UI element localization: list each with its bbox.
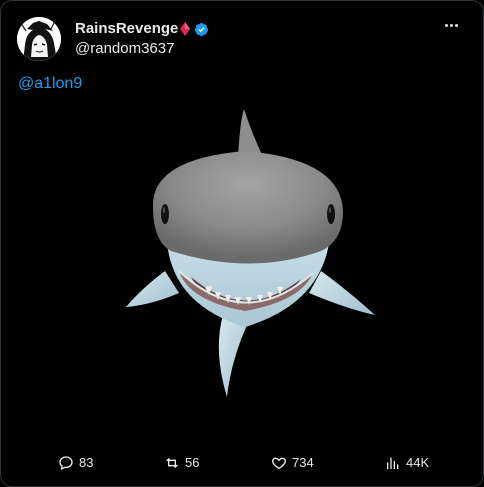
- verified-badge-icon[interactable]: [194, 22, 209, 37]
- avatar-image: [17, 17, 61, 61]
- action-bar: 83 56 734 44K: [1, 453, 483, 477]
- user-handle[interactable]: @random3637: [75, 39, 209, 59]
- more-dot-icon: [444, 23, 448, 27]
- retweet-button[interactable]: 56: [164, 453, 199, 473]
- reply-count: 83: [79, 455, 94, 470]
- heart-icon: [272, 457, 286, 470]
- mention-link[interactable]: @a1lon9: [18, 74, 82, 94]
- tweet-media[interactable]: [1, 101, 483, 431]
- more-options-button[interactable]: [439, 15, 463, 35]
- tweet-card[interactable]: RainsRevenge @random3637 @a1lon9 83 56 7…: [0, 0, 484, 487]
- more-dot-icon: [454, 23, 458, 27]
- like-button[interactable]: 734: [271, 453, 314, 473]
- like-count: 734: [292, 455, 314, 470]
- reply-button[interactable]: 83: [58, 453, 93, 473]
- avatar[interactable]: [17, 17, 61, 61]
- user-block: RainsRevenge @random3637: [75, 20, 209, 59]
- tweet-header: RainsRevenge @random3637: [17, 17, 471, 61]
- views-chart-icon: [387, 457, 399, 469]
- red-diamond-icon: [180, 22, 191, 36]
- display-name[interactable]: RainsRevenge: [75, 20, 178, 38]
- shark-image: [126, 109, 375, 397]
- retweet-icon: [166, 458, 178, 468]
- views-button[interactable]: 44K: [385, 453, 429, 473]
- retweet-count: 56: [185, 455, 200, 470]
- view-count: 44K: [406, 455, 430, 470]
- reply-icon: [59, 456, 73, 471]
- name-row: RainsRevenge: [75, 20, 209, 38]
- more-dot-icon: [449, 23, 453, 27]
